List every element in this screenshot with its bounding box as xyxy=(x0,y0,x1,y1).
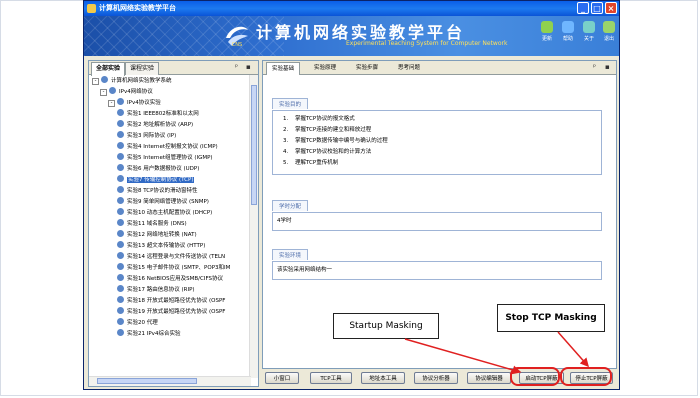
startup-arrow xyxy=(404,338,522,375)
callout-arrows xyxy=(404,331,589,375)
stop-arrow xyxy=(557,331,589,368)
